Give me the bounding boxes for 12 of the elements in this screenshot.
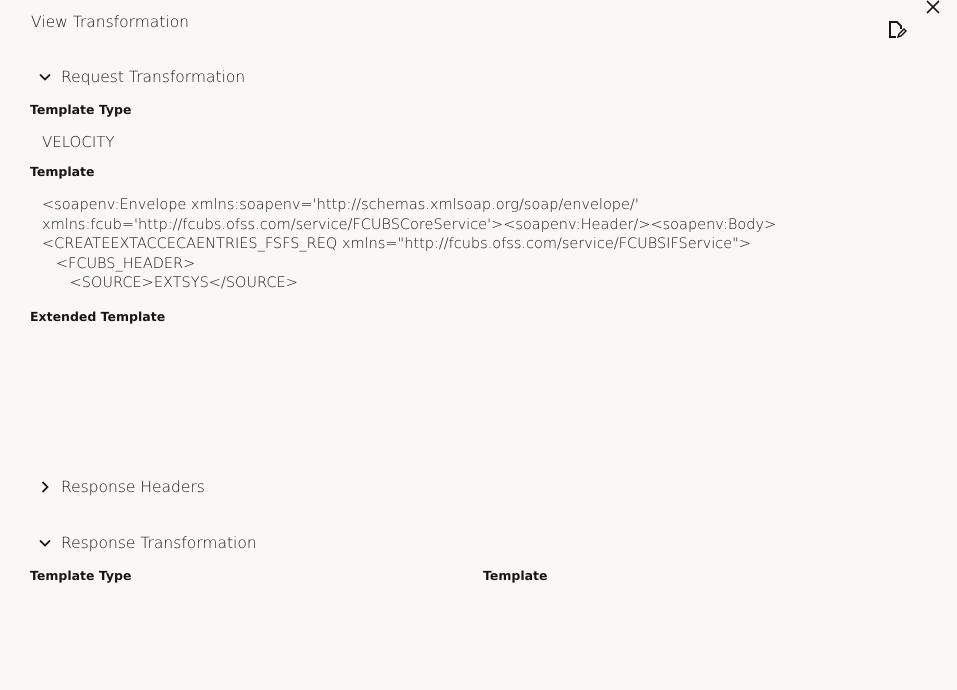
field-label: Template <box>30 164 94 179</box>
field-label: Template Type <box>30 568 132 583</box>
section-header[interactable]: Response Transformation <box>37 531 257 555</box>
section-header[interactable]: Request Transformation <box>37 65 246 89</box>
dialog-title: View Transformation <box>31 13 189 31</box>
field-label: Template Type <box>30 102 132 117</box>
field-label: Extended Template <box>30 309 166 324</box>
field-value: VELOCITY <box>42 133 115 151</box>
field-label: Template <box>483 568 548 583</box>
edit-document-icon[interactable] <box>887 19 907 40</box>
section-header[interactable]: Response Headers <box>37 475 205 499</box>
template-code: <soapenv:Envelope xmlns:soapenv='http://schemas.xmlsoap.org/soap/envelope/' xmlns:fcub='http://fcubs.ofss.com/service/FCUBSCoreService'><soapenv:Header/><soapenv:Body> <CREATEEXTACCECAENTRIES_FSFS_REQ xmlns="http://fcubs.ofss.com/service/FCUBSIFService"> <FCUBS_HEADER> <SOURCE>EXTSYS</SOURCE> <box>42 196 778 294</box>
